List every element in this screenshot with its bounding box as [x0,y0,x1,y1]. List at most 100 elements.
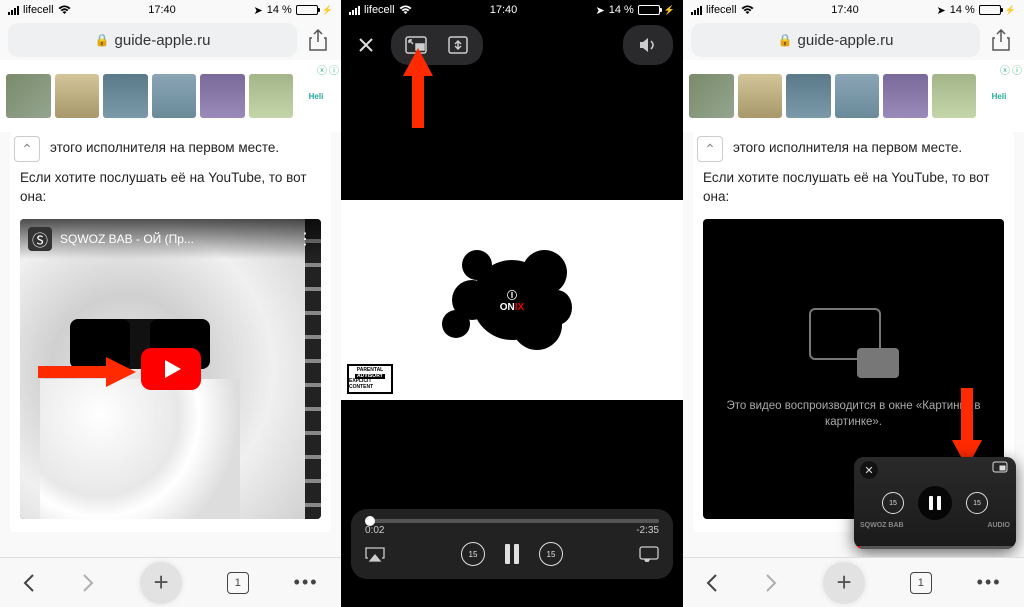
ad-thumb [835,74,880,118]
back-button[interactable] [22,573,36,593]
playback-bar: 0:02 -2:35 15 15 [351,509,673,579]
pip-message: Это видео воспроизводится в окне «Картин… [723,398,984,430]
ad-brand: Heli [980,92,1018,101]
menu-button[interactable]: ••• [977,572,1002,593]
wifi-icon [741,5,754,15]
location-icon: ➤ [595,4,604,17]
pip-progress[interactable] [854,546,1016,549]
charging-icon: ⚡ [1005,5,1016,16]
battery-icon [296,5,318,15]
forward-button[interactable] [764,573,778,593]
new-tab-button[interactable]: + [823,562,865,604]
address-bar-row: 🔒 guide-apple.ru [683,20,1024,60]
pip-pause-button[interactable] [918,486,952,520]
ad-close-icon[interactable]: ⓧ [317,62,327,77]
scroll-top-button[interactable]: ⌃ [14,136,40,162]
ad-thumb [55,74,100,118]
lock-icon: 🔒 [95,33,110,47]
ad-banner[interactable]: ⓧ ⓘ Heli [0,60,341,132]
article-content: ⌃ этого исполнителя на первом месте. Есл… [10,132,331,532]
ad-thumb [883,74,928,118]
video-menu-icon[interactable]: ⋮ [297,229,313,249]
ad-info-icon[interactable]: ⓘ [1012,62,1022,77]
screenshot-2-fullscreen-player: lifecell 17:40 ➤ 14 % ⚡ [341,0,683,607]
pip-window[interactable]: ✕ SQWOZ BAB AUDIO 15 15 [854,457,1016,549]
article-text: Если хотите послушать её на YouTube, то … [703,168,1004,207]
ad-close-icon[interactable]: ⓧ [1000,62,1010,77]
carrier-label: lifecell [23,4,54,16]
seek-slider[interactable] [365,519,659,523]
pip-forward-button[interactable]: 15 [966,492,988,514]
ad-info-icon[interactable]: ⓘ [329,62,339,77]
parental-advisory-label: PARENTAL ADVISORY EXPLICIT CONTENT [347,364,393,394]
charging-icon: ⚡ [664,5,675,16]
address-bar[interactable]: 🔒 guide-apple.ru [691,23,980,57]
youtube-embed[interactable]: Ⓢ SQWOZ BAB - ОЙ (Пр... ⋮ [20,219,321,519]
article-text: этого исполнителя на первом месте. [50,138,321,158]
battery-pct: 14 % [609,4,634,16]
battery-icon [638,5,660,15]
charging-icon: ⚡ [322,5,333,16]
url-text: guide-apple.ru [115,32,211,49]
channel-avatar[interactable]: Ⓢ [28,227,52,251]
clock: 17:40 [831,4,859,16]
ad-thumb [738,74,783,118]
volume-pill[interactable] [623,25,673,65]
scroll-top-button[interactable]: ⌃ [697,136,723,162]
screenshot-1-safari-page: lifecell 17:40 ➤ 14 % ⚡ 🔒 guide-apple.ru… [0,0,341,607]
back-button[interactable] [705,573,719,593]
youtube-play-button[interactable] [141,348,201,390]
menu-button[interactable]: ••• [294,572,319,593]
location-icon: ➤ [936,4,945,17]
album-logo: ⒾONIX [500,287,524,313]
fit-screen-button[interactable] [445,32,471,58]
address-bar[interactable]: 🔒 guide-apple.ru [8,23,297,57]
forward-15-button[interactable]: 15 [539,542,563,566]
carrier-label: lifecell [706,4,737,16]
ad-thumb [152,74,197,118]
ad-thumb [786,74,831,118]
article-text: Если хотите послушать её на YouTube, то … [20,168,321,207]
ad-thumb [689,74,734,118]
close-player-button[interactable] [351,30,381,60]
rewind-15-button[interactable]: 15 [461,542,485,566]
forward-button[interactable] [81,573,95,593]
signal-icon [691,6,702,15]
annotation-arrow-right [38,357,138,387]
ad-banner[interactable]: ⓧ ⓘ Heli [683,60,1024,132]
signal-icon [349,6,360,15]
signal-icon [8,6,19,15]
ad-brand: Heli [297,92,335,101]
share-button[interactable] [986,25,1016,55]
url-text: guide-apple.ru [798,32,894,49]
battery-pct: 14 % [267,4,292,16]
video-frame[interactable]: ⒾONIX PARENTAL ADVISORY EXPLICIT CONTENT [341,200,683,400]
lock-icon: 🔒 [778,33,793,47]
pip-watermark: AUDIO [987,522,1010,529]
pip-close-button[interactable]: ✕ [860,461,878,479]
player-top-controls [341,20,683,70]
elapsed-time: 0:02 [365,525,384,536]
article-text: этого исполнителя на первом месте. [733,138,1004,158]
wifi-icon [399,5,412,15]
tabs-button[interactable]: 1 [227,572,249,594]
video-title: SQWOZ BAB - ОЙ (Пр... [60,232,289,246]
annotation-arrow-up [403,48,433,128]
tabs-button[interactable]: 1 [910,572,932,594]
share-button[interactable] [303,25,333,55]
pip-rewind-button[interactable]: 15 [882,492,904,514]
new-tab-button[interactable]: + [140,562,182,604]
safari-toolbar: + 1 ••• [0,557,341,607]
safari-toolbar: + 1 ••• [683,557,1024,607]
pause-button[interactable] [505,544,519,564]
speaker-icon [635,32,661,58]
pip-expand-button[interactable] [992,461,1010,475]
battery-pct: 14 % [950,4,975,16]
wifi-icon [58,5,71,15]
clock: 17:40 [490,4,518,16]
status-bar: lifecell 17:40 ➤ 14 % ⚡ [341,0,683,20]
ad-thumb [103,74,148,118]
airplay-button[interactable] [365,546,385,562]
captions-button[interactable] [639,546,659,562]
screenshot-3-pip-active: lifecell 17:40 ➤ 14 % ⚡ 🔒 guide-apple.ru… [683,0,1024,607]
